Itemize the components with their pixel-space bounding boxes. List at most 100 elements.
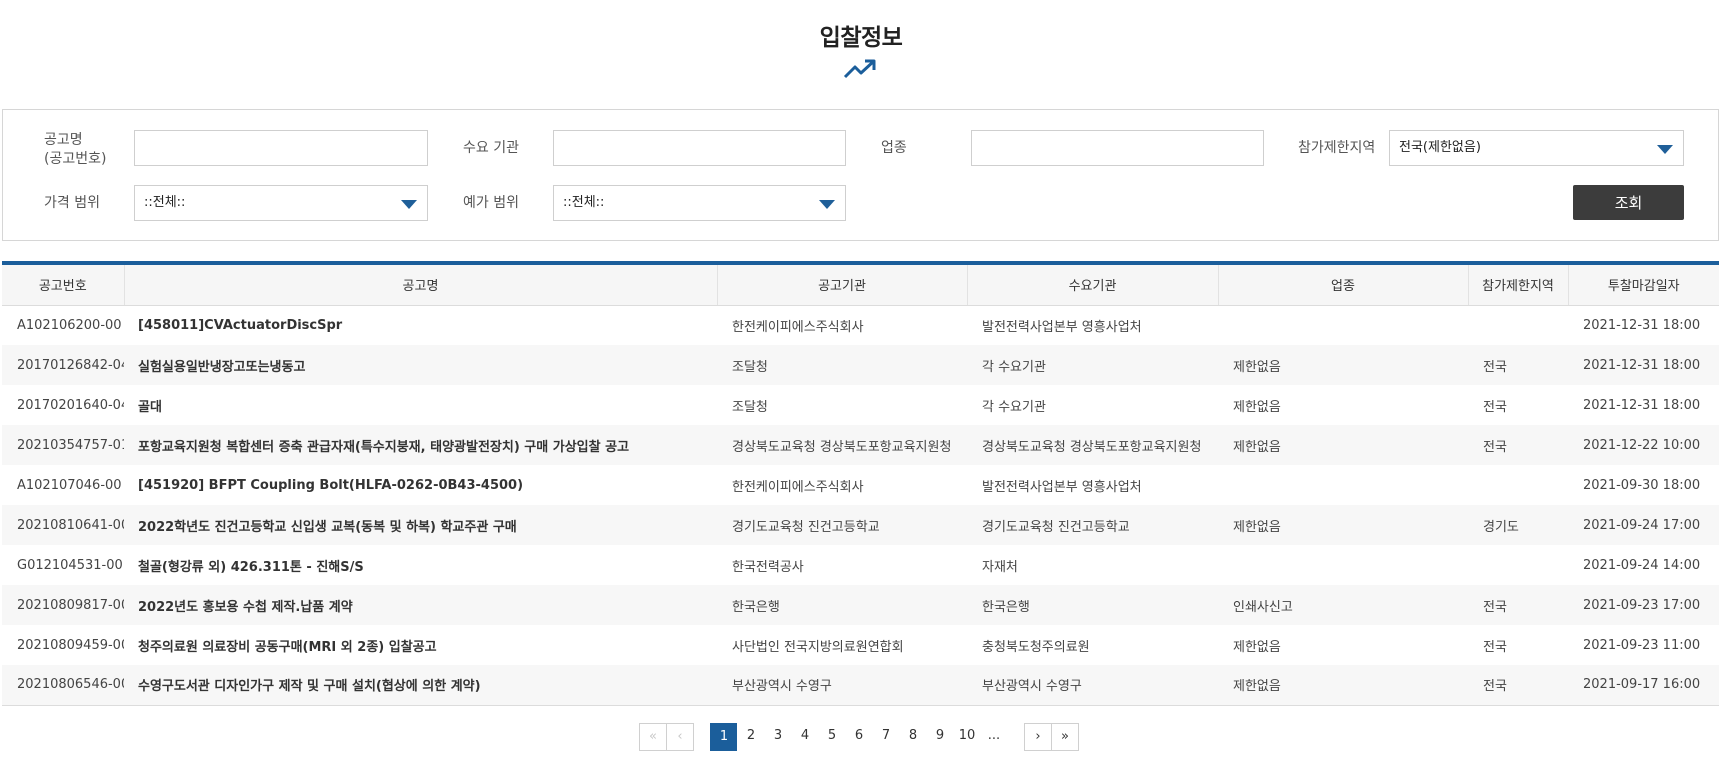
price-range-label: 가격 범위 (44, 195, 100, 211)
next-page-button[interactable]: › (1024, 723, 1052, 751)
last-page-button[interactable]: » (1051, 723, 1079, 751)
table-row[interactable]: 20170126842-04 실험실용일반냉장고또는냉동고 조달청 각 수요기관… (2, 345, 1719, 385)
cell-notice-org: 부산광역시 수영구 (717, 665, 967, 706)
cell-notice-name[interactable]: [458011]CVActuatorDiscSpr (124, 305, 717, 345)
cell-deadline: 2021-12-31 18:00 (1583, 317, 1701, 333)
table-row[interactable]: 20210354757-01 포항교육지원청 복합센터 증축 관급자재(특수지붕… (2, 425, 1719, 465)
col-header-demand-org[interactable]: 수요기관 (966, 263, 1218, 306)
table-row[interactable]: 20210810641-00 2022학년도 진건고등학교 신입생 교복(동복 … (2, 505, 1719, 545)
cell-notice-name[interactable]: 실험실용일반냉장고또는냉동고 (124, 345, 717, 385)
price-range-select[interactable]: ::전체:: (134, 185, 428, 221)
cell-notice-name[interactable]: 2022년도 홍보용 수첩 제작.납품 계약 (124, 585, 717, 625)
cell-demand-org: 발전전력사업본부 영흥사업처 (982, 479, 1142, 495)
cell-demand-org: 발전전력사업본부 영흥사업처 (982, 319, 1142, 335)
cell-deadline: 2021-12-22 10:00 (1568, 425, 1719, 465)
cell-notice-no: G012104531-00 (17, 557, 123, 573)
cell-deadline: 2021-09-23 17:00 (1568, 585, 1719, 625)
demand-org-label: 수요 기관 (463, 140, 519, 156)
cell-notice-no: A102107046-00 (17, 477, 122, 493)
cell-industry (1218, 465, 1468, 505)
cell-notice-no: 20170201640-04 (17, 397, 124, 413)
chevron-down-icon (1657, 145, 1673, 154)
table-header-row: 공고번호 공고명 공고기관 수요기관 업종 참가제한지역 투찰마감일자 (2, 263, 1719, 306)
table-row[interactable]: 20170201640-04 골대 조달청 각 수요기관 제한없음 전국 202… (2, 385, 1719, 425)
page-10-button[interactable]: 10 (953, 723, 981, 751)
industry-input[interactable] (971, 130, 1264, 166)
cell-industry: 제한없음 (1233, 639, 1281, 655)
cell-region: 전국 (1468, 665, 1568, 706)
cell-demand-org: 각 수요기관 (982, 399, 1046, 415)
cell-industry: 제한없음 (1218, 425, 1468, 465)
cell-notice-org: 조달청 (732, 399, 768, 415)
cell-demand-org: 한국은행 (967, 585, 1218, 625)
cell-demand-org: 각 수요기관 (967, 345, 1218, 385)
cell-notice-name[interactable]: 골대 (124, 385, 717, 425)
cell-industry (1218, 305, 1468, 345)
cell-deadline: 2021-09-24 14:00 (1583, 557, 1701, 573)
col-header-deadline[interactable]: 투찰마감일자 (1567, 263, 1719, 306)
demand-org-input[interactable] (553, 130, 846, 166)
cell-deadline: 2021-09-17 16:00 (1568, 665, 1719, 706)
cell-region: 전국 (1468, 425, 1568, 465)
cell-notice-name[interactable]: 청주의료원 의료장비 공동구매(MRI 외 2종) 입찰공고 (124, 625, 717, 665)
cell-notice-name[interactable]: 포항교육지원청 복합센터 증축 관급자재(특수지붕재, 태양광발전장치) 구매 … (124, 425, 717, 465)
table-row[interactable]: G012104531-00 철골(형강류 외) 426.311톤 - 진해S/S… (2, 545, 1719, 585)
prev-page-button[interactable]: ‹ (666, 723, 694, 751)
cell-notice-org: 경기도교육청 진건고등학교 (717, 505, 967, 545)
page-1-button[interactable]: 1 (710, 723, 738, 751)
search-panel: 공고명 (공고번호) 수요 기관 업종 참가제한지역 전국(제한없음) 가격 범… (2, 109, 1719, 241)
cell-industry: 제한없음 (1218, 665, 1468, 706)
cell-deadline: 2021-09-30 18:00 (1583, 477, 1701, 493)
col-header-notice-no[interactable]: 공고번호 (2, 263, 124, 306)
cell-notice-no: 20210354757-01 (2, 425, 124, 465)
cell-notice-name[interactable]: 철골(형강류 외) 426.311톤 - 진해S/S (124, 545, 717, 585)
page-2-button[interactable]: 2 (737, 723, 765, 751)
cell-deadline: 2021-09-23 11:00 (1583, 637, 1701, 653)
col-header-industry[interactable]: 업종 (1217, 263, 1468, 306)
cell-deadline: 2021-12-31 18:00 (1583, 397, 1701, 413)
notice-name-label: 공고명 (공고번호) (44, 131, 106, 169)
cell-notice-org: 한전케이피에스주식회사 (732, 319, 864, 335)
cell-notice-org: 사단법인 전국지방의료원연합회 (732, 639, 904, 655)
col-header-notice-org[interactable]: 공고기관 (716, 263, 967, 306)
cell-demand-org: 충청북도청주의료원 (982, 639, 1090, 655)
table-row[interactable]: A102106200-00 [458011]CVActuatorDiscSpr … (2, 305, 1719, 345)
col-header-region[interactable]: 참가제한지역 (1467, 263, 1568, 306)
cell-demand-org: 자재처 (982, 559, 1018, 575)
cell-notice-org: 한국전력공사 (732, 559, 804, 575)
cell-notice-name[interactable]: 수영구도서관 디자인가구 제작 및 구매 설치(협상에 의한 계약) (124, 665, 717, 706)
cell-notice-no: A102106200-00 (17, 317, 122, 333)
est-price-range-select-value: ::전체:: (563, 195, 605, 210)
page-5-button[interactable]: 5 (818, 723, 846, 751)
cell-deadline: 2021-12-31 18:00 (1568, 345, 1719, 385)
cell-industry (1218, 545, 1468, 585)
cell-industry: 제한없음 (1233, 399, 1281, 415)
region-select-value: 전국(제한없음) (1399, 140, 1481, 155)
table-row[interactable]: 20210809459-00 청주의료원 의료장비 공동구매(MRI 외 2종)… (2, 625, 1719, 665)
table-row[interactable]: 20210809817-00 2022년도 홍보용 수첩 제작.납품 계약 한국… (2, 585, 1719, 625)
cell-demand-org: 부산광역시 수영구 (967, 665, 1218, 706)
page-3-button[interactable]: 3 (764, 723, 792, 751)
cell-region (1468, 545, 1568, 585)
cell-notice-no: 20170126842-04 (2, 345, 124, 385)
search-button[interactable]: 조회 (1573, 185, 1684, 220)
est-price-range-select[interactable]: ::전체:: (553, 185, 846, 221)
page-7-button[interactable]: 7 (872, 723, 900, 751)
notice-name-input[interactable] (134, 130, 428, 166)
cell-notice-name[interactable]: 2022학년도 진건고등학교 신입생 교복(동복 및 하복) 학교주관 구매 (124, 505, 717, 545)
cell-notice-no: 20210810641-00 (2, 505, 124, 545)
table-row[interactable]: A102107046-00 [451920] BFPT Coupling Bol… (2, 465, 1719, 505)
region-label: 참가제한지역 (1298, 140, 1376, 156)
page-6-button[interactable]: 6 (845, 723, 873, 751)
col-header-notice-name[interactable]: 공고명 (123, 263, 717, 306)
cell-industry: 제한없음 (1218, 505, 1468, 545)
cell-notice-name[interactable]: [451920] BFPT Coupling Bolt(HLFA-0262-0B… (124, 465, 717, 505)
cell-notice-org: 경상북도교육청 경상북도포항교육지원청 (717, 425, 967, 465)
page-8-button[interactable]: 8 (899, 723, 927, 751)
first-page-button[interactable]: « (639, 723, 667, 751)
page-4-button[interactable]: 4 (791, 723, 819, 751)
page-9-button[interactable]: 9 (926, 723, 954, 751)
table-row[interactable]: 20210806546-00 수영구도서관 디자인가구 제작 및 구매 설치(협… (2, 665, 1719, 706)
region-select[interactable]: 전국(제한없음) (1389, 130, 1684, 166)
cell-industry: 제한없음 (1218, 345, 1468, 385)
